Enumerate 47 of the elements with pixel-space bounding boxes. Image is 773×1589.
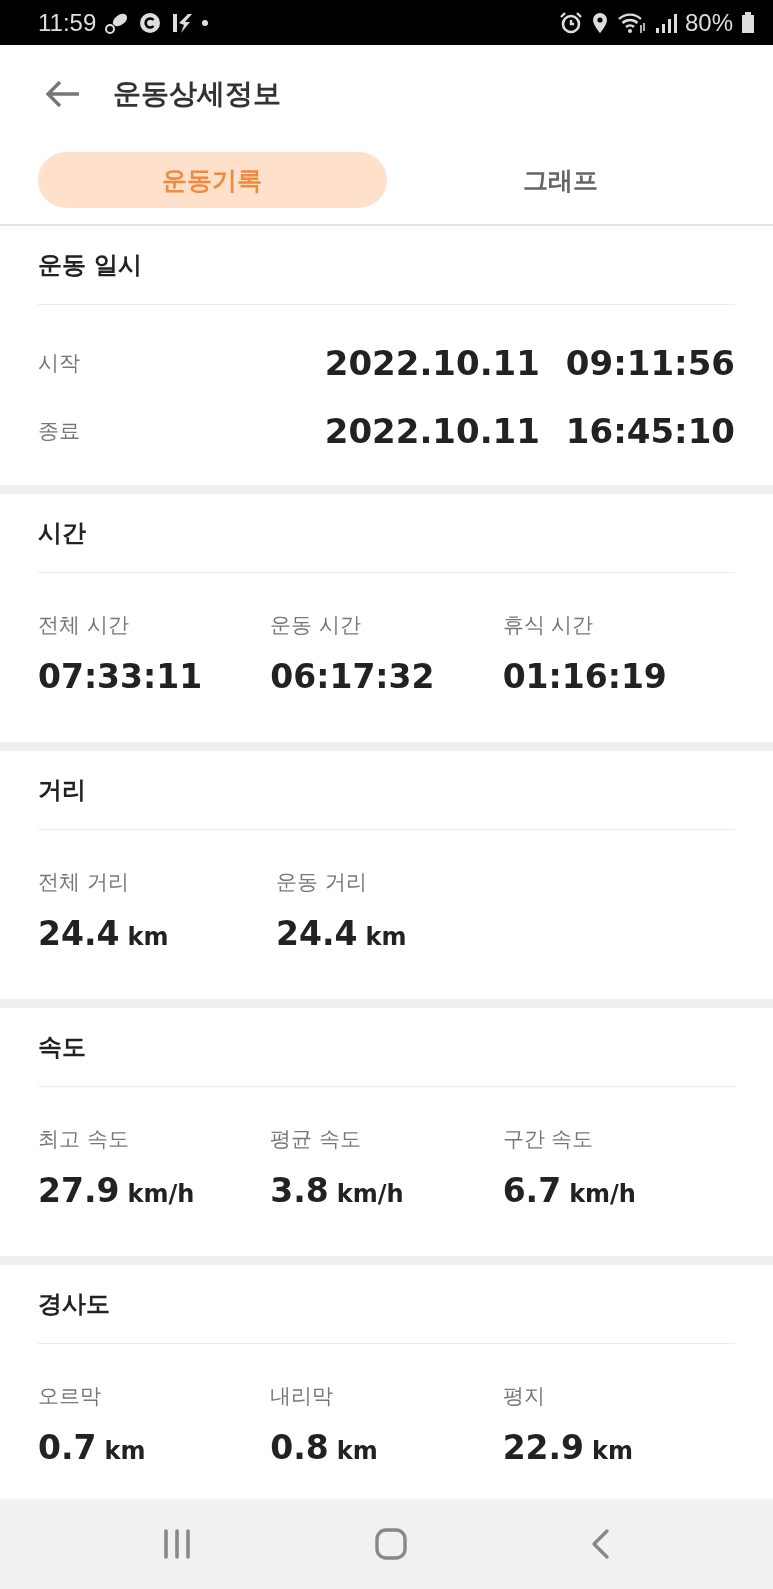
battery-percent: 80% (684, 8, 733, 37)
stat-label: 평균 속도 (270, 1126, 362, 1153)
date-value: 2022.10.11 (324, 343, 540, 383)
section-title: 시간 (38, 518, 86, 549)
battery-icon (741, 10, 755, 35)
stat-value: 3.8 km/h (270, 1171, 405, 1210)
time-value: 16:45:10 (565, 411, 735, 451)
stat-label: 전체 시간 (38, 612, 130, 639)
date-value: 2022.10.11 (324, 411, 540, 451)
stat-label: 오르막 (38, 1383, 102, 1410)
c-circle-icon (138, 10, 163, 35)
stat-label: 휴식 시간 (502, 612, 595, 639)
row-label: 종료 (38, 418, 80, 445)
section-title: 경사도 (38, 1289, 110, 1320)
section-title: 거리 (38, 775, 86, 806)
location-pin-icon (590, 10, 609, 35)
stat-label: 최고 속도 (38, 1126, 130, 1153)
recent-apps-icon[interactable] (161, 1528, 192, 1560)
time-value: 09:11:56 (565, 343, 735, 383)
back-icon[interactable] (591, 1528, 612, 1560)
stat-value: 24.4 km (38, 914, 170, 953)
stat-label: 내리막 (270, 1383, 335, 1410)
stat-value: 24.4 km (276, 914, 408, 953)
stat-value: 22.9 km (502, 1428, 635, 1467)
stat-value: 6.7 km/h (502, 1171, 637, 1210)
stat-label: 운동 거리 (276, 869, 368, 896)
stat-label: 운동 시간 (270, 612, 362, 639)
stat-label: 전체 거리 (38, 869, 130, 896)
home-icon[interactable] (375, 1528, 408, 1560)
stat-value: 07:33:11 (38, 657, 204, 696)
stat-value: 0.8 km (270, 1428, 379, 1467)
stat-label: 구간 속도 (502, 1126, 595, 1153)
tab[interactable]: 그래프 (386, 152, 735, 208)
status-time: 11:59 (38, 8, 97, 37)
wifi-icon (616, 10, 647, 35)
stat-label: 평지 (502, 1383, 546, 1410)
row-label: 시작 (38, 350, 80, 377)
stat-value: 27.9 km/h (38, 1171, 196, 1210)
section-title: 운동 일시 (38, 250, 143, 281)
section-title: 속도 (38, 1032, 86, 1063)
dot-icon (202, 19, 209, 26)
back-arrow-icon[interactable] (45, 78, 81, 109)
stat-value: 06:17:32 (270, 657, 436, 696)
stat-value: 01:16:19 (502, 657, 668, 696)
page-title: 운동상세정보 (113, 75, 281, 112)
stat-value: 0.7 km (38, 1428, 147, 1467)
alarm-icon (558, 10, 583, 35)
